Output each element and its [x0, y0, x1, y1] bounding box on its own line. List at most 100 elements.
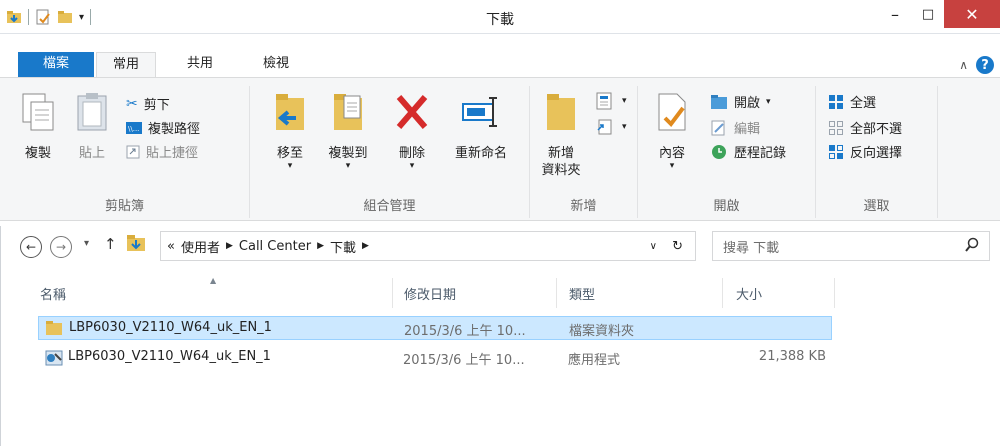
paste-shortcut-label: 貼上捷徑	[146, 146, 199, 161]
new-item-chevron-icon: ▾	[622, 96, 627, 106]
copy-path-button[interactable]: \\... 複製路徑	[126, 118, 200, 137]
maximize-button[interactable]: □	[912, 0, 944, 28]
column-divider[interactable]	[834, 278, 835, 308]
breadcrumb-users[interactable]: 使用者	[181, 237, 220, 256]
recent-locations-button[interactable]: ▾	[84, 238, 89, 249]
application-icon	[45, 350, 63, 366]
chevron-down-icon: ▾	[84, 238, 90, 249]
column-divider[interactable]	[392, 278, 393, 308]
open-group-label: 開啟	[713, 199, 740, 214]
select-group: 全選 全部不選 反向選擇 選取	[816, 86, 938, 218]
forward-arrow-icon: →	[55, 240, 67, 254]
rename-label: 重新命名	[454, 146, 507, 161]
column-date[interactable]: 修改日期	[404, 284, 456, 303]
breadcrumb-chevron-icon[interactable]: ▶	[362, 241, 369, 251]
file-row[interactable]: LBP6030_V2110_W64_uk_EN_1 2015/3/6 上午 10…	[38, 346, 832, 370]
paste-shortcut-button[interactable]: 貼上捷徑	[126, 142, 198, 161]
paste-icon	[77, 93, 107, 131]
new-item-button[interactable]: ▾	[596, 92, 627, 110]
tab-view[interactable]: 檢視	[246, 52, 306, 78]
column-divider[interactable]	[722, 278, 723, 308]
collapse-ribbon-icon[interactable]: ∧	[959, 58, 968, 72]
move-to-chevron-icon: ▾	[287, 161, 293, 171]
delete-button[interactable]: 刪除 ▾	[390, 92, 434, 171]
forward-button[interactable]: →	[50, 236, 72, 258]
scissors-icon: ✂	[126, 95, 138, 112]
address-dropdown-icon[interactable]: ∨	[650, 241, 657, 252]
open-group: 內容 ▾ 開啟 ▾ 編輯 歷程記錄 開啟	[638, 86, 816, 218]
column-headers: ▲ 名稱 修改日期 類型 大小	[0, 276, 1000, 308]
easy-access-button[interactable]: ▾	[596, 118, 627, 136]
file-date: 2015/3/6 上午 10...	[404, 324, 526, 339]
invert-selection-icon	[829, 144, 843, 159]
copy-path-icon: \\...	[126, 121, 142, 134]
select-all-button[interactable]: 全選	[828, 92, 876, 111]
rename-icon	[462, 97, 497, 127]
edit-button[interactable]: 編輯	[710, 118, 760, 137]
rename-button[interactable]: 重新命名	[446, 92, 516, 162]
tab-share[interactable]: 共用	[170, 52, 230, 78]
cut-button[interactable]: ✂ 剪下	[126, 94, 170, 114]
delete-icon	[396, 95, 428, 129]
invert-selection-label: 反向選擇	[850, 146, 903, 161]
open-chevron-icon: ▾	[766, 96, 771, 107]
edit-label: 編輯	[734, 122, 761, 137]
select-all-icon	[829, 94, 843, 109]
file-name: LBP6030_V2110_W64_uk_EN_1	[68, 349, 271, 364]
copy-to-icon	[334, 94, 362, 130]
clipboard-group-label: 剪貼簿	[104, 199, 144, 214]
search-box[interactable]: 搜尋 下載	[712, 231, 990, 261]
window-left-border	[0, 226, 1, 446]
properties-button[interactable]: 內容 ▾	[650, 92, 694, 171]
column-name[interactable]: 名稱	[40, 284, 66, 303]
ribbon-controls: ∧ ?	[959, 56, 994, 74]
up-button[interactable]: ↑	[104, 235, 117, 253]
close-button[interactable]: ✕	[944, 0, 1000, 28]
refresh-icon[interactable]: ↻	[672, 239, 683, 254]
move-to-icon	[276, 94, 304, 130]
help-icon[interactable]: ?	[976, 56, 994, 74]
move-to-button[interactable]: 移至 ▾	[268, 92, 312, 171]
breadcrumb-chevron-icon[interactable]: ▶	[226, 241, 233, 251]
copy-button[interactable]: 複製	[16, 92, 60, 162]
copy-to-label: 複製到	[328, 146, 368, 161]
cut-label: 剪下	[143, 98, 170, 113]
open-button[interactable]: 開啟 ▾	[710, 92, 771, 111]
invert-selection-button[interactable]: 反向選擇	[828, 142, 902, 161]
file-size: 21,388 KB	[758, 349, 826, 364]
move-to-label: 移至	[276, 146, 303, 161]
delete-label: 刪除	[398, 146, 425, 161]
up-arrow-icon: ↑	[104, 235, 117, 253]
tab-home[interactable]: 常用	[96, 52, 156, 78]
ribbon-tabs: 檔案 常用 共用 檢視	[0, 52, 1000, 78]
breadcrumb-call-center[interactable]: Call Center	[239, 239, 311, 254]
minimize-button[interactable]: –	[878, 0, 912, 28]
organize-group-label: 組合管理	[363, 199, 416, 214]
breadcrumb-overflow[interactable]: «	[167, 239, 175, 254]
column-type[interactable]: 類型	[569, 284, 595, 303]
paste-button[interactable]: 貼上	[70, 92, 114, 162]
breadcrumb-chevron-icon[interactable]: ▶	[317, 241, 324, 251]
select-none-label: 全部不選	[850, 122, 903, 137]
navigation-bar: ← → ▾ ↑ « 使用者 ▶ Call Center ▶ 下載 ▶ ∨ ↻ 搜…	[0, 226, 1000, 264]
new-folder-button[interactable]: 新增 資料夾	[538, 92, 584, 179]
search-icon[interactable]	[965, 237, 979, 257]
file-row[interactable]: LBP6030_V2110_W64_uk_EN_1 2015/3/6 上午 10…	[38, 316, 832, 340]
tab-file[interactable]: 檔案	[18, 52, 94, 78]
breadcrumb-downloads[interactable]: 下載	[330, 237, 356, 256]
ribbon: 複製 貼上 ✂ 剪下 \\... 複製路徑 貼上捷徑 剪貼簿 移至 ▾ 複製到	[0, 77, 1000, 221]
organize-group: 移至 ▾ 複製到 ▾ 刪除 ▾ 重新命名 組合管理	[250, 86, 530, 218]
address-bar[interactable]: « 使用者 ▶ Call Center ▶ 下載 ▶ ∨ ↻	[160, 231, 696, 261]
copy-icon	[22, 93, 54, 131]
history-button[interactable]: 歷程記錄	[710, 142, 786, 161]
copy-to-button[interactable]: 複製到 ▾	[320, 92, 376, 171]
column-size[interactable]: 大小	[736, 284, 762, 303]
window-title: 下載	[486, 12, 514, 28]
column-divider[interactable]	[556, 278, 557, 308]
history-icon	[712, 144, 726, 159]
copy-label: 複製	[24, 146, 51, 161]
select-all-label: 全選	[850, 96, 877, 111]
select-none-button[interactable]: 全部不選	[828, 118, 902, 137]
new-group: 新增 資料夾 ▾ ▾ 新增	[530, 86, 638, 218]
back-button[interactable]: ←	[20, 236, 42, 258]
